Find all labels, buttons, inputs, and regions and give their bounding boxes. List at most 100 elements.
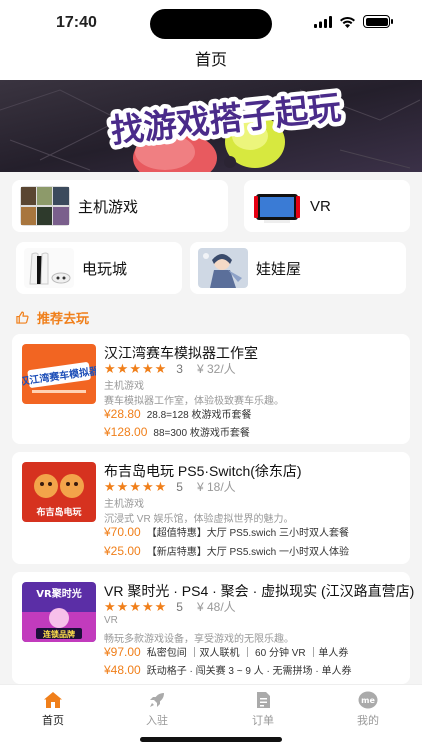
- star-icon: ★: [116, 360, 129, 376]
- category-arcade[interactable]: 电玩城: [16, 242, 182, 294]
- deal-item[interactable]: ¥48.00 跃动格子 · 闯关赛 3 ~ 9 人 · 无需拼场 · 单人券: [104, 662, 352, 678]
- star-icon: ★: [154, 598, 167, 614]
- star-icon: ★: [104, 598, 116, 614]
- star-icon: ★: [154, 478, 167, 494]
- rating-score: 5: [176, 479, 183, 494]
- home-indicator: [140, 737, 282, 742]
- console-games-thumb: [20, 186, 70, 226]
- store-card[interactable]: VR聚时光 连锁品牌 VR 聚时光 · PS4 · 聚会 · 虚拟现实 (江汉路…: [12, 572, 414, 684]
- price-per-person: ¥ 18/人: [196, 480, 236, 494]
- deal-item[interactable]: ¥28.80 28.8=128 枚游戏币套餐: [104, 406, 252, 422]
- star-icon: ★: [104, 478, 116, 494]
- wifi-icon: [340, 16, 355, 28]
- star-icon: ★: [104, 360, 116, 376]
- tab-label: 订单: [252, 715, 274, 727]
- rating-score: 5: [176, 599, 183, 614]
- category-label: VR: [310, 197, 331, 215]
- status-bar: 17:40: [0, 0, 422, 46]
- category-label: 娃娃屋: [256, 260, 302, 278]
- tab-home[interactable]: 首页: [18, 691, 88, 728]
- category-label: 主机游戏: [78, 198, 139, 216]
- tab-label: 我的: [357, 715, 379, 727]
- deal-description: 跃动格子 · 闯关赛 3 ~ 9 人 · 无需拼场 · 单人券: [146, 666, 352, 677]
- price-per-person: ¥ 48/人: [196, 600, 236, 614]
- tab-join[interactable]: 入驻: [122, 691, 192, 728]
- star-icon: ★: [141, 598, 154, 614]
- deal-price: ¥48.00: [104, 662, 141, 677]
- deal-price: ¥28.80: [104, 406, 141, 421]
- store-description: 赛车模拟器工作室，体验极致赛车乐趣。: [104, 396, 284, 407]
- page-title: 首页: [194, 52, 227, 69]
- category-label: 电玩城: [82, 260, 128, 278]
- status-time: 17:40: [56, 14, 97, 31]
- deal-item[interactable]: ¥128.00 88=300 枚游戏币套餐: [104, 424, 250, 440]
- nav-bar: 首页: [0, 46, 422, 80]
- store-type: 主机游戏: [104, 381, 144, 392]
- deal-item[interactable]: ¥70.00 【超值特惠】大厅 PS5.swich 三小时双人套餐: [104, 524, 349, 540]
- category-console-games[interactable]: 主机游戏: [12, 180, 228, 232]
- order-document-icon: [257, 692, 270, 708]
- tab-bar: 首页 入驻 订单 me 我的: [0, 684, 422, 750]
- section-recommend-header: 推荐去玩: [16, 308, 89, 327]
- vr-headset-thumb: [252, 186, 302, 226]
- rating-stars: ★ ★ ★ ★ ★: [104, 360, 167, 376]
- store-thumb: 汉江湾赛车模拟器: [22, 344, 96, 404]
- price-per-person: ¥ 32/人: [196, 362, 236, 376]
- store-card[interactable]: 汉江湾赛车模拟器 汉江湾赛车模拟器工作室 ★ ★ ★ ★ ★ 3 ¥ 32/人 …: [12, 334, 410, 444]
- rocket-icon: [150, 693, 164, 707]
- rating-stars: ★ ★ ★ ★ ★: [104, 478, 167, 494]
- store-type: 主机游戏: [104, 499, 144, 510]
- thumbs-up-icon: [16, 311, 29, 324]
- star-icon: ★: [116, 478, 129, 494]
- deal-price: ¥97.00: [104, 644, 141, 659]
- store-description: 畅玩多款游戏设备，享受游戏的无限乐趣。: [104, 634, 294, 645]
- star-icon: ★: [141, 478, 154, 494]
- rating-stars: ★ ★ ★ ★ ★: [104, 598, 167, 614]
- store-type: VR: [104, 615, 118, 626]
- star-icon: ★: [129, 360, 141, 376]
- store-thumb-text: VR聚时光: [36, 587, 81, 600]
- doll-house-thumb: [198, 248, 248, 288]
- deal-description: 28.8=128 枚游戏币套餐: [146, 410, 252, 421]
- deal-description: 私密包间 ｜双人联机 ｜ 60 分钟 VR ｜单人券: [146, 648, 349, 659]
- section-title: 推荐去玩: [37, 311, 90, 326]
- category-vr[interactable]: VR: [244, 180, 410, 232]
- tab-mine[interactable]: me 我的: [333, 691, 403, 728]
- store-thumb: VR聚时光 连锁品牌: [22, 582, 96, 642]
- store-thumb-subtext: 连锁品牌: [43, 629, 75, 639]
- rating-row: ★ ★ ★ ★ ★ 5 ¥ 18/人: [104, 478, 236, 495]
- deal-item[interactable]: ¥97.00 私密包间 ｜双人联机 ｜ 60 分钟 VR ｜单人券: [104, 644, 349, 660]
- star-icon: ★: [129, 478, 141, 494]
- star-icon: ★: [116, 598, 129, 614]
- category-doll-house[interactable]: 娃娃屋: [190, 242, 406, 294]
- store-card[interactable]: 布吉岛电玩 布吉岛电玩 PS5·Switch(徐东店) ★ ★ ★ ★ ★ 5 …: [12, 452, 410, 564]
- deal-price: ¥128.00: [104, 424, 148, 439]
- tab-orders[interactable]: 订单: [228, 691, 298, 728]
- deal-description: 【新店特惠】大厅 PS5.swich 一小时双人体验: [146, 547, 349, 558]
- signal-icon: [314, 15, 332, 28]
- deal-price: ¥25.00: [104, 543, 141, 558]
- dynamic-island: [150, 9, 272, 39]
- status-icons: [314, 15, 393, 28]
- tab-label: 首页: [42, 715, 64, 727]
- deal-item[interactable]: ¥25.00 【新店特惠】大厅 PS5.swich 一小时双人体验: [104, 543, 349, 559]
- me-profile-icon: me: [358, 691, 378, 709]
- promo-banner[interactable]: 找游戏搭子起玩 找游戏搭子起玩: [0, 80, 422, 172]
- store-thumb-text: 布吉岛电玩: [35, 506, 81, 518]
- star-icon: ★: [154, 360, 167, 376]
- star-icon: ★: [141, 360, 154, 376]
- deal-description: 88=300 枚游戏币套餐: [153, 428, 250, 439]
- svg-text:me: me: [361, 696, 375, 705]
- deal-price: ¥70.00: [104, 524, 141, 539]
- home-icon: [44, 692, 62, 708]
- rating-score: 3: [176, 361, 183, 376]
- ps5-console-thumb: [24, 248, 74, 288]
- deal-description: 【超值特惠】大厅 PS5.swich 三小时双人套餐: [146, 528, 349, 539]
- banner-artwork: 找游戏搭子起玩 找游戏搭子起玩: [0, 80, 422, 172]
- store-description: 沉浸式 VR 娱乐馆，体验虚拟世界的魅力。: [104, 514, 294, 525]
- tab-label: 入驻: [146, 715, 168, 727]
- star-icon: ★: [129, 598, 141, 614]
- rating-row: ★ ★ ★ ★ ★ 5 ¥ 48/人: [104, 598, 236, 615]
- store-thumb: 布吉岛电玩: [22, 462, 96, 522]
- rating-row: ★ ★ ★ ★ ★ 3 ¥ 32/人: [104, 360, 236, 377]
